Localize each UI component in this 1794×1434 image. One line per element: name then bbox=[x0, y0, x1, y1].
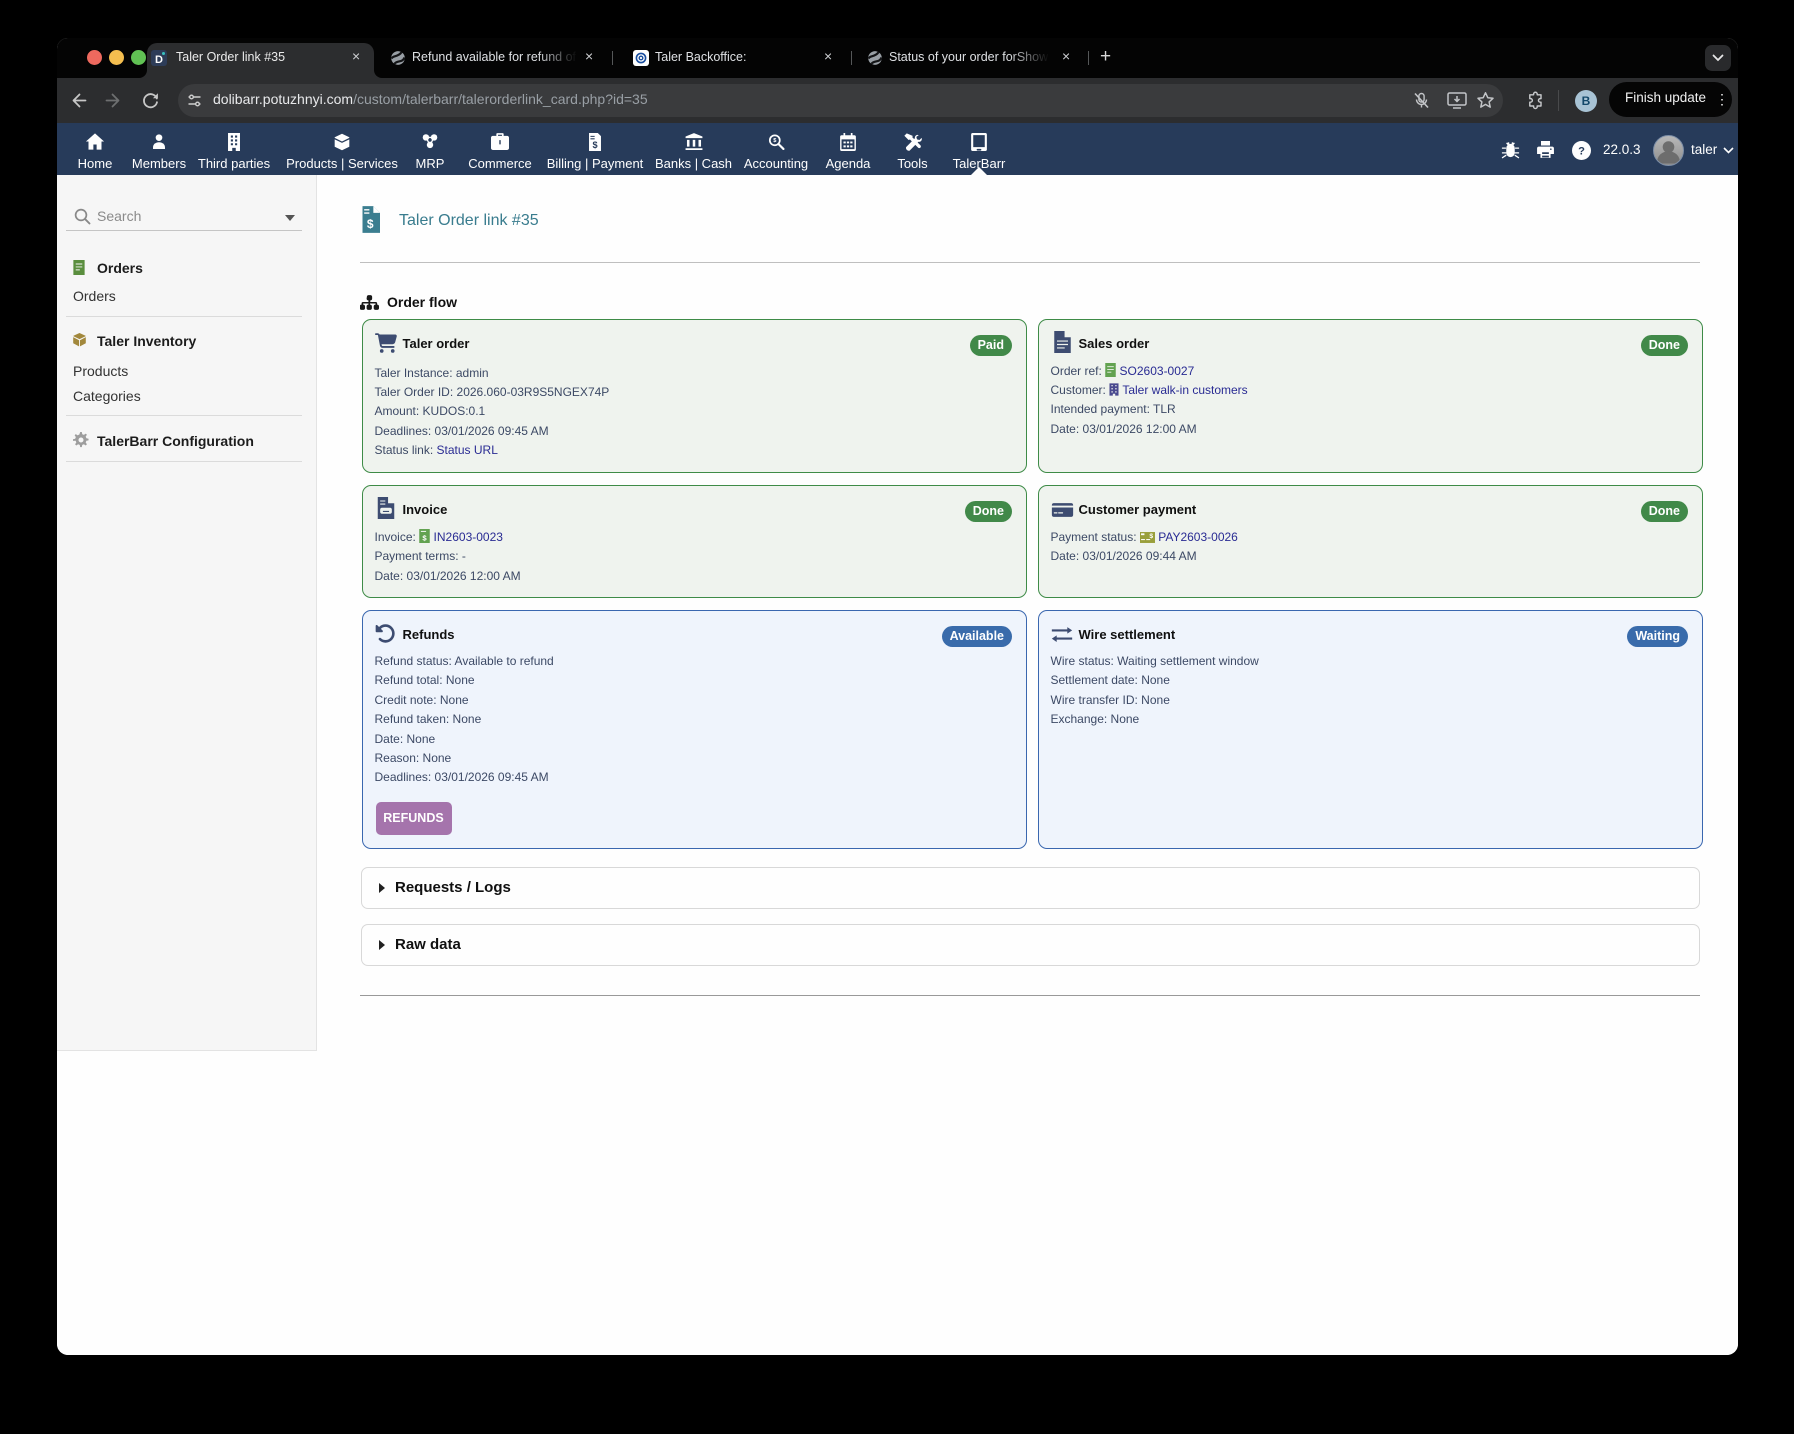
svg-text:$: $ bbox=[1149, 533, 1153, 540]
svg-text:$: $ bbox=[592, 140, 597, 150]
svg-text:$: $ bbox=[367, 217, 374, 231]
svg-text:$: $ bbox=[773, 138, 777, 144]
svg-text:?: ? bbox=[1578, 145, 1585, 157]
svg-text:$: $ bbox=[423, 533, 428, 542]
